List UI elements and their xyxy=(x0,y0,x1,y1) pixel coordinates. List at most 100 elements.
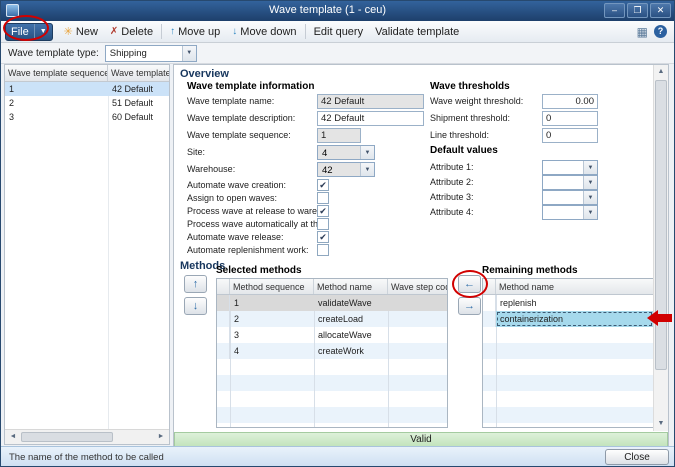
site-label: Site: xyxy=(187,147,317,157)
automate-replenishment-work-checkbox[interactable] xyxy=(317,244,329,256)
shipment-threshold-field[interactable] xyxy=(542,111,598,126)
wave-template-sequence-field[interactable] xyxy=(317,128,361,143)
remove-method-button[interactable]: → xyxy=(458,297,481,315)
chevron-down-icon[interactable]: ▼ xyxy=(360,163,374,176)
table-row[interactable]: 2 createLoad xyxy=(217,311,447,327)
attribute-3-combo[interactable]: ▼ xyxy=(542,190,598,205)
list-header: Wave template sequence Wave template na xyxy=(5,65,169,82)
scroll-up-icon[interactable]: ▲ xyxy=(654,65,668,79)
move-up-button[interactable]: ↑ Move up xyxy=(164,24,226,40)
close-button[interactable]: Close xyxy=(605,449,669,465)
cell-method-name: allocateWave xyxy=(314,327,388,343)
maximize-button[interactable]: ❐ xyxy=(627,3,648,18)
filter-row: Wave template type: Shipping ▼ xyxy=(1,43,674,64)
table-row[interactable]: 1 42 Default xyxy=(5,82,169,96)
file-menu-button[interactable]: File ▼ xyxy=(5,23,53,41)
horizontal-scrollbar[interactable]: ◄ ► xyxy=(5,429,169,444)
wave-template-description-field[interactable] xyxy=(317,111,424,126)
warehouse-combo[interactable]: 42 ▼ xyxy=(317,162,375,177)
scroll-right-icon[interactable]: ► xyxy=(154,431,168,443)
scrollbar-thumb[interactable] xyxy=(655,80,667,370)
col-wave-step-code[interactable]: Wave step code xyxy=(388,279,447,294)
automate-wave-creation-checkbox[interactable]: ✔ xyxy=(317,179,329,191)
column-divider xyxy=(108,82,109,429)
move-down-icon: ↓ xyxy=(232,26,237,37)
cell-wave-step-code xyxy=(388,327,447,343)
table-row[interactable]: 2 51 Default xyxy=(5,96,169,110)
help-icon[interactable]: ? xyxy=(654,25,667,38)
method-move-up-button[interactable]: ↑ xyxy=(184,275,207,293)
file-menu-label: File xyxy=(11,26,29,38)
app-icon xyxy=(6,4,19,17)
line-threshold-field[interactable] xyxy=(542,128,598,143)
titlebar: Wave template (1 - ceu) – ❐ ✕ xyxy=(1,1,674,21)
close-window-button[interactable]: ✕ xyxy=(650,3,671,18)
row-selector xyxy=(217,311,230,327)
table-row[interactable]: 4 createWork xyxy=(217,343,447,359)
col-wave-template-name[interactable]: Wave template na xyxy=(108,65,169,81)
selected-methods-table: Method sequence Method name Wave step co… xyxy=(216,278,448,428)
col-method-sequence[interactable]: Method sequence xyxy=(230,279,314,294)
row-selector xyxy=(483,295,496,311)
process-wave-at-release-checkbox[interactable]: ✔ xyxy=(317,205,329,217)
delete-button[interactable]: ✗ Delete xyxy=(104,24,159,40)
automate-wave-release-label: Automate wave release: xyxy=(187,232,317,242)
warehouse-label: Warehouse: xyxy=(187,164,317,174)
delete-button-label: Delete xyxy=(121,26,153,38)
cell-wave-step-code xyxy=(388,311,447,327)
wave-template-type-combo[interactable]: Shipping ▼ xyxy=(105,45,197,62)
chevron-down-icon[interactable]: ▼ xyxy=(182,46,196,61)
vertical-scrollbar[interactable]: ▲ ▼ xyxy=(653,65,668,431)
method-move-down-button[interactable]: ↓ xyxy=(184,297,207,315)
table-row[interactable]: containerization xyxy=(483,311,653,327)
row-selector xyxy=(217,327,230,343)
minimize-button[interactable]: – xyxy=(604,3,625,18)
cell-method-name: createLoad xyxy=(314,311,388,327)
chevron-down-icon[interactable]: ▼ xyxy=(583,206,597,219)
new-button-label: New xyxy=(76,26,98,38)
table-row[interactable]: 1 validateWave xyxy=(217,295,447,311)
move-up-icon: ↑ xyxy=(170,26,175,37)
cell-method-sequence: 3 xyxy=(230,327,314,343)
table-row[interactable]: replenish xyxy=(483,295,653,311)
overview-section-title[interactable]: Overview xyxy=(180,68,229,80)
col-wave-template-sequence[interactable]: Wave template sequence xyxy=(5,65,108,81)
chevron-down-icon[interactable]: ▼ xyxy=(360,146,374,159)
scroll-down-icon[interactable]: ▼ xyxy=(654,417,668,431)
toolbar: File ▼ ✳ New ✗ Delete ↑ Move up ↓ Move d… xyxy=(1,21,674,43)
move-down-button-label: Move down xyxy=(240,26,296,38)
site-combo[interactable]: 4 ▼ xyxy=(317,145,375,160)
chevron-down-icon[interactable]: ▼ xyxy=(583,191,597,204)
automate-replenishment-work-label: Automate replenishment work: xyxy=(187,245,317,255)
wave-template-list: Wave template sequence Wave template na … xyxy=(4,64,170,445)
attachments-icon[interactable]: ▦ xyxy=(634,25,651,39)
chevron-down-icon[interactable]: ▼ xyxy=(583,161,597,174)
cell-name: 60 Default xyxy=(108,110,169,124)
window-title: Wave template (1 - ceu) xyxy=(61,4,594,16)
automate-wave-release-checkbox[interactable]: ✔ xyxy=(317,231,329,243)
process-wave-at-threshold-checkbox[interactable] xyxy=(317,218,329,230)
table-row[interactable]: 3 allocateWave xyxy=(217,327,447,343)
assign-to-open-waves-checkbox[interactable] xyxy=(317,192,329,204)
wave-template-sequence-label: Wave template sequence: xyxy=(187,130,317,140)
scrollbar-thumb[interactable] xyxy=(21,432,113,442)
cell-method-name: validateWave xyxy=(314,295,388,311)
edit-query-button[interactable]: Edit query xyxy=(308,24,370,40)
table-row[interactable]: 3 60 Default xyxy=(5,110,169,124)
attribute-2-combo[interactable]: ▼ xyxy=(542,175,598,190)
col-method-name[interactable]: Method name xyxy=(314,279,388,294)
cell-sequence: 2 xyxy=(5,96,108,110)
move-down-button[interactable]: ↓ Move down xyxy=(226,24,302,40)
attribute-1-combo[interactable]: ▼ xyxy=(542,160,598,175)
attribute-4-combo[interactable]: ▼ xyxy=(542,205,598,220)
attribute-1-label: Attribute 1: xyxy=(430,162,540,172)
col-method-name[interactable]: Method name xyxy=(496,279,653,294)
validate-template-button[interactable]: Validate template xyxy=(369,24,465,40)
chevron-down-icon[interactable]: ▼ xyxy=(583,176,597,189)
edit-query-button-label: Edit query xyxy=(314,26,364,38)
wave-template-name-field[interactable] xyxy=(317,94,424,109)
wave-weight-threshold-field[interactable] xyxy=(542,94,598,109)
new-button[interactable]: ✳ New xyxy=(58,23,104,40)
add-method-button[interactable]: ← xyxy=(458,275,481,293)
scroll-left-icon[interactable]: ◄ xyxy=(6,431,20,443)
